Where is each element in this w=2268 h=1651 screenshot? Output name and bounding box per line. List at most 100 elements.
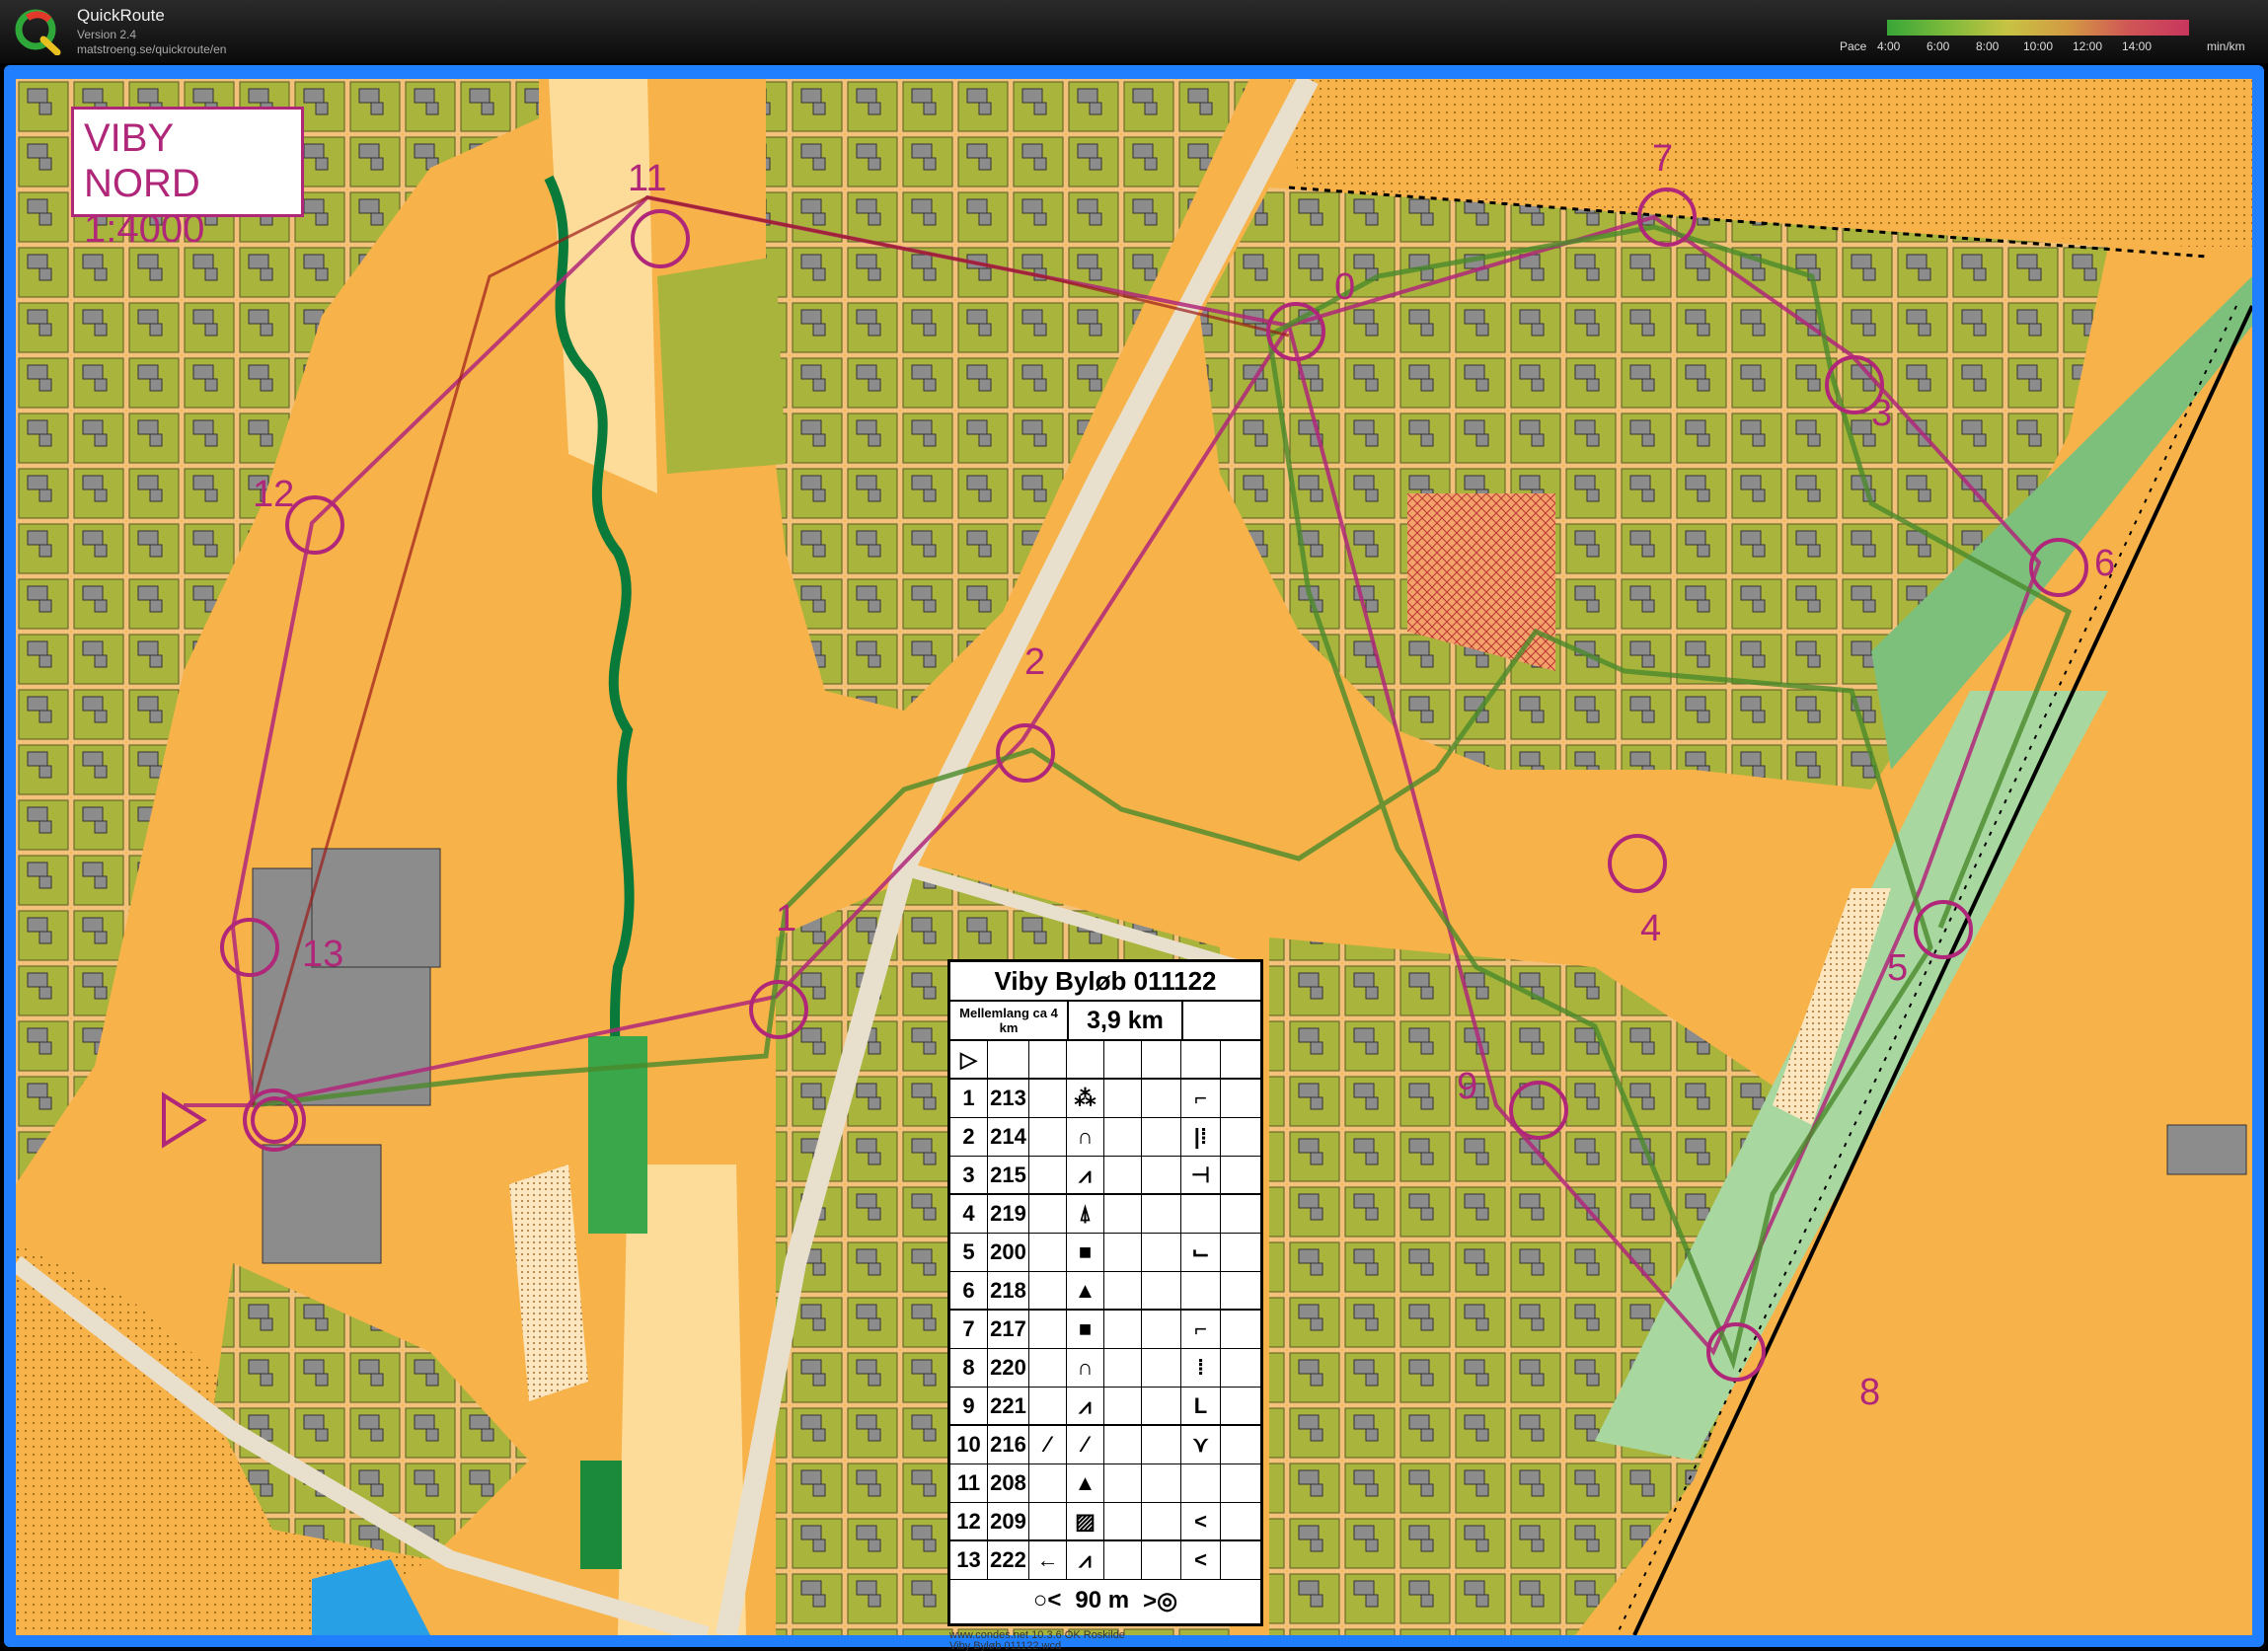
control-number: 7 (1652, 138, 1674, 180)
control-number: 4 (1640, 908, 1662, 949)
control-number: 3 (950, 1157, 988, 1193)
control-number: 8 (1859, 1372, 1881, 1413)
cd-feature-icon: ■ (1067, 1311, 1104, 1348)
cd-extra-icon (1029, 1157, 1067, 1193)
control-number: 13 (302, 934, 344, 975)
cd-footer: www.condes.net 10.3.6 OK Roskilde Viby B… (949, 1630, 1125, 1651)
control-number: 6 (950, 1272, 988, 1309)
control-code: 215 (988, 1157, 1029, 1193)
control-number: 1 (950, 1080, 988, 1117)
map-title-box: VIBY NORD 1:4000 (71, 107, 304, 251)
green-park (657, 257, 786, 474)
cd-extra-icon (1029, 1234, 1067, 1271)
cd-feature-icon: ▲ (1067, 1464, 1104, 1502)
cd-extra-icon (1029, 1311, 1067, 1348)
app-url[interactable]: matstroeng.se/quickroute/en (77, 42, 226, 56)
control-number: 11 (950, 1464, 988, 1502)
cd-extra-icon (1029, 1349, 1067, 1387)
control-row: 12 209 ▨ < (950, 1503, 1260, 1541)
cd-extra-icon (1029, 1464, 1067, 1502)
cd-footer-2: Viby Byløb 011122.wcd (949, 1640, 1062, 1651)
control-number: 1 (776, 898, 797, 939)
control-number: 6 (2094, 543, 2116, 584)
cd-feature-icon: ■ (1067, 1234, 1104, 1271)
control-row: 7 217 ■ ⌐ (950, 1311, 1260, 1349)
control-number: 13 (950, 1541, 988, 1579)
cd-feature-icon: ⁄ (1067, 1426, 1104, 1463)
cd-feature-icon: ∩ (1067, 1349, 1104, 1387)
cd-extra-icon (1029, 1503, 1067, 1539)
control-row: 1 213 ⁂ ⌐ (950, 1080, 1260, 1118)
control-code: 200 (988, 1234, 1029, 1271)
cd-location-icon: ⁞ (1181, 1349, 1221, 1387)
dense-vegetation (580, 1461, 622, 1569)
cd-feature-icon: ⩘ (1067, 1541, 1104, 1579)
cd-location-icon: ⊣ (1181, 1157, 1221, 1193)
pace-color-bar (1887, 20, 2189, 36)
control-code: 221 (988, 1388, 1029, 1424)
cd-extra-icon (1029, 1195, 1067, 1233)
cd-feature-icon: ⩘ (1067, 1388, 1104, 1424)
control-number: 10 (950, 1426, 988, 1463)
map-name: VIBY NORD (84, 116, 200, 205)
control-number: 5 (950, 1234, 988, 1271)
control-code: 220 (988, 1349, 1029, 1387)
control-row: 13 222 ← ⩘ < (950, 1541, 1260, 1580)
cd-location-icon: ⌐ (1181, 1311, 1221, 1348)
pace-legend: Pace 4:00 6:00 8:00 10:00 12:00 14:00 mi… (1836, 14, 2268, 57)
app-header: QuickRoute Version 2.4 matstroeng.se/qui… (0, 0, 2268, 63)
control-code: 209 (988, 1503, 1029, 1539)
finish-end-icon: >◎ (1143, 1587, 1178, 1614)
cd-feature-icon: ▲ (1067, 1272, 1104, 1309)
control-code: 213 (988, 1080, 1029, 1117)
control-code: 218 (988, 1272, 1029, 1309)
app-version: Version 2.4 (77, 28, 137, 41)
cd-location-icon: L (1181, 1388, 1221, 1424)
pace-tick: 6:00 (1927, 39, 1950, 53)
cd-extra-icon: ← (1029, 1541, 1067, 1579)
quickroute-logo-icon (15, 9, 61, 55)
pace-unit: min/km (2207, 39, 2245, 53)
pace-label: Pace (1840, 39, 1867, 53)
control-number: 9 (950, 1388, 988, 1424)
control-number: 12 (253, 474, 295, 515)
cd-location-icon: |⁞ (1181, 1118, 1221, 1156)
course-length: 3,9 km (1069, 1002, 1183, 1039)
control-number: 7 (950, 1311, 988, 1348)
control-code: 216 (988, 1426, 1029, 1463)
control-number: 2 (1024, 641, 1046, 683)
control-code: 219 (988, 1195, 1029, 1233)
cd-feature-icon: ▨ (1067, 1503, 1104, 1539)
control-code: 214 (988, 1118, 1029, 1156)
building (262, 1144, 382, 1264)
control-row: 10 216 ⁄ ⁄ ⋎ (950, 1426, 1260, 1464)
course-class: Mellemlang ca 4 km (950, 1002, 1069, 1039)
pace-tick: 12:00 (2073, 39, 2103, 53)
cd-location-icon: ⌙ (1181, 1234, 1221, 1271)
control-row: 5 200 ■ ⌙ (950, 1234, 1260, 1272)
open-field-south (618, 1164, 746, 1635)
control-code: 208 (988, 1464, 1029, 1502)
pace-tick: 4:00 (1877, 39, 1901, 53)
control-row: 4 219 ⍋ (950, 1195, 1260, 1234)
control-description-sheet: Viby Byløb 011122 Mellemlang ca 4 km 3,9… (947, 959, 1263, 1626)
course-title: Viby Byløb 011122 (950, 962, 1260, 1002)
control-number: 0 (1334, 266, 1356, 308)
cd-location-icon: < (1181, 1541, 1221, 1579)
control-number: 4 (950, 1195, 988, 1233)
control-number: 9 (1457, 1066, 1478, 1107)
pace-tick: 8:00 (1976, 39, 2000, 53)
course-info-row: Mellemlang ca 4 km 3,9 km (950, 1002, 1260, 1041)
finish-start-icon: ○< (1032, 1587, 1062, 1613)
control-code: 222 (988, 1541, 1029, 1579)
cd-location-icon (1181, 1464, 1221, 1502)
control-row: 8 220 ∩ ⁞ (950, 1349, 1260, 1388)
building (2166, 1124, 2247, 1175)
start-row: ▷ (950, 1041, 1260, 1080)
cd-location-icon (1181, 1272, 1221, 1309)
pace-tick: 10:00 (2023, 39, 2054, 53)
control-number: 12 (950, 1503, 988, 1539)
cd-feature-icon: ⍋ (1067, 1195, 1104, 1233)
finish-distance: 90 m (1075, 1587, 1130, 1613)
cd-feature-icon: ⩘ (1067, 1157, 1104, 1193)
